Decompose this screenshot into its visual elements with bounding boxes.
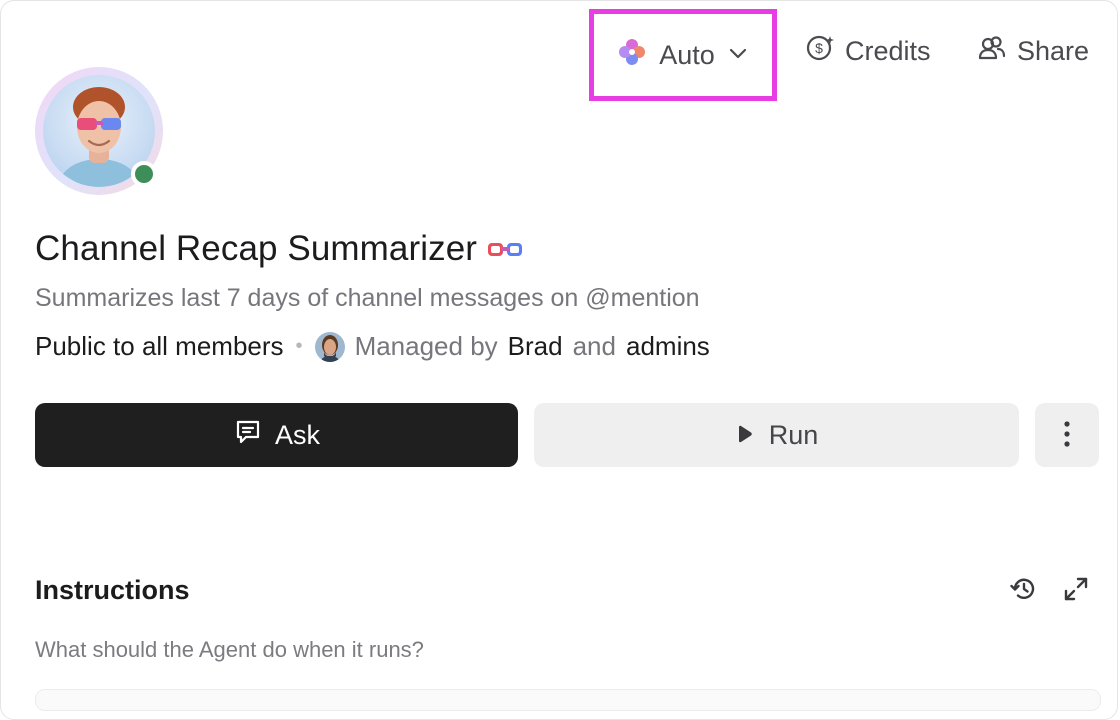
chat-bubble-icon bbox=[233, 417, 263, 454]
model-label: Auto bbox=[659, 39, 715, 70]
credits-coin-icon: $ bbox=[805, 33, 835, 70]
agent-card: Auto $ Credits Share Channel Recap Summa… bbox=[0, 0, 1118, 720]
ask-label: Ask bbox=[274, 419, 320, 450]
agent-description: Summarizes last 7 days of channel messag… bbox=[35, 284, 700, 312]
expand-icon bbox=[1063, 576, 1089, 607]
manager-avatar bbox=[314, 331, 345, 362]
instructions-tools bbox=[1009, 573, 1091, 609]
online-status-dot bbox=[131, 161, 157, 187]
more-options-button[interactable] bbox=[1035, 403, 1099, 467]
page-title: Channel Recap Summarizer bbox=[35, 229, 478, 268]
instructions-heading: Instructions bbox=[35, 575, 190, 605]
model-selector[interactable]: Auto bbox=[589, 9, 777, 101]
visibility-label: Public to all members bbox=[35, 331, 284, 361]
play-icon bbox=[735, 420, 755, 451]
agent-title-row: Channel Recap Summarizer bbox=[35, 229, 523, 269]
run-label: Run bbox=[768, 419, 819, 450]
credits-label: Credits bbox=[845, 35, 931, 66]
sparkle-flower-icon bbox=[617, 37, 647, 74]
svg-text:$: $ bbox=[815, 40, 823, 56]
expand-button[interactable] bbox=[1061, 573, 1091, 609]
share-users-icon bbox=[977, 33, 1007, 70]
admins-link[interactable]: admins bbox=[626, 331, 710, 362]
history-icon bbox=[1009, 574, 1039, 609]
instructions-editor[interactable] bbox=[35, 689, 1101, 711]
glasses-emoji-icon bbox=[487, 229, 523, 269]
managed-by-label: Managed by bbox=[354, 331, 498, 361]
share-button[interactable]: Share bbox=[963, 19, 1103, 83]
agent-meta: Public to all members • Managed by Brad … bbox=[35, 331, 710, 362]
history-button[interactable] bbox=[1009, 573, 1039, 609]
ask-button[interactable]: Ask bbox=[35, 403, 518, 467]
separator-dot: • bbox=[295, 335, 303, 357]
instructions-prompt: What should the Agent do when it runs? bbox=[35, 637, 424, 662]
share-label: Share bbox=[1017, 35, 1090, 66]
manager-name-link[interactable]: Brad bbox=[508, 331, 563, 362]
chevron-down-icon bbox=[727, 40, 749, 71]
credits-button[interactable]: $ Credits bbox=[791, 19, 945, 83]
run-button[interactable]: Run bbox=[534, 403, 1019, 467]
more-vertical-icon bbox=[1063, 420, 1071, 451]
and-text: and bbox=[572, 331, 616, 361]
